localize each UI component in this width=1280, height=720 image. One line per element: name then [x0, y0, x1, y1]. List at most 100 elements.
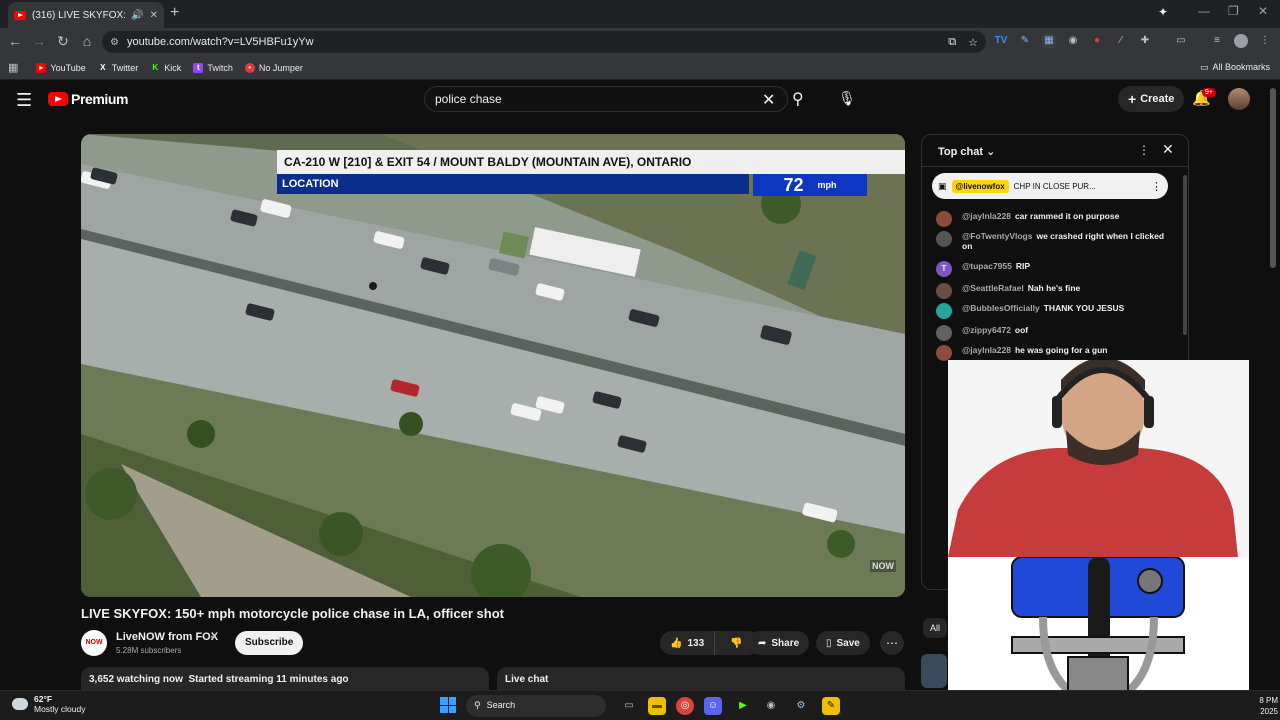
chat-author[interactable]: @FoTwentyVlogs [962, 231, 1032, 241]
microphone-icon[interactable]: 🎙 [836, 87, 858, 109]
pinned-options-icon[interactable]: ⋮ [1151, 180, 1162, 193]
weather-widget[interactable]: 62°F Mostly cloudy [12, 694, 86, 714]
chat-close-icon[interactable]: ✕ [1162, 141, 1174, 158]
site-info-icon[interactable]: ⚙ [110, 37, 119, 48]
chat-message: T @tupac7955 RIP [936, 261, 1176, 277]
url-text: youtube.com/watch?v=LV5HBFu1yYw [126, 36, 314, 48]
chat-avatar[interactable] [936, 211, 952, 227]
app-green-icon[interactable]: ▶ [734, 697, 752, 715]
extension-tv-icon[interactable]: TV [994, 34, 1008, 48]
new-tab-button[interactable]: + [170, 4, 179, 22]
chat-scrollbar[interactable] [1183, 175, 1187, 335]
channel-name[interactable]: LiveNOW from FOX [116, 631, 218, 643]
subscribe-button[interactable]: Subscribe [235, 631, 304, 655]
chat-message: @jaylnla228 he was going for a gun [936, 345, 1176, 361]
media-control-icon[interactable]: ▭ [1174, 34, 1188, 48]
install-app-icon[interactable]: ⧉ [948, 36, 956, 49]
bookmark-no-jumper[interactable]: • No Jumper [244, 62, 303, 73]
browser-menu-icon[interactable]: ⋮ [1258, 34, 1272, 48]
windows-start-icon[interactable] [440, 697, 456, 713]
chat-author[interactable]: @jaylnla228 [962, 211, 1011, 221]
save-button[interactable]: ▯ Save [816, 631, 870, 655]
minimize-icon[interactable]: — [1198, 4, 1210, 18]
bookmark-star-icon[interactable]: ☆ [968, 36, 978, 49]
chat-author[interactable]: @jaylnla228 [962, 345, 1011, 355]
recommended-thumbnail[interactable] [921, 654, 947, 688]
bookmark-youtube[interactable]: ▸ YouTube [36, 62, 86, 73]
bookmark-twitch[interactable]: t Twitch [193, 62, 233, 73]
news-lower-third-title: CA-210 W [210] & EXIT 54 / MOUNT BALDY (… [277, 150, 905, 174]
chrome-icon[interactable]: ◎ [676, 697, 694, 715]
bookmark-twitter[interactable]: X Twitter [98, 63, 138, 73]
task-view-icon[interactable]: ▭ [620, 697, 638, 715]
obs-icon[interactable]: ◉ [762, 697, 780, 715]
forward-icon[interactable]: → [30, 33, 48, 49]
verified-check-icon: ✔ [210, 631, 218, 641]
chat-author[interactable]: @tupac7955 [962, 261, 1012, 271]
chat-avatar[interactable] [936, 325, 952, 341]
extension-shield-icon[interactable]: ◉ [1066, 34, 1080, 48]
extension-pen-icon[interactable]: ⁄ [1114, 34, 1128, 48]
page-scrollbar[interactable] [1270, 88, 1276, 268]
extensions-puzzle-icon[interactable]: ✚ [1138, 34, 1152, 48]
create-button[interactable]: + Create [1118, 86, 1185, 112]
account-avatar[interactable] [1228, 88, 1250, 110]
bookmark-save-icon: ▯ [826, 637, 832, 649]
home-icon[interactable]: ⌂ [78, 33, 96, 49]
reload-icon[interactable]: ↻ [54, 33, 72, 50]
chat-text: Nah he's fine [1027, 283, 1081, 293]
menu-hamburger-icon[interactable]: ☰ [16, 90, 32, 111]
discord-icon[interactable]: ☺ [704, 697, 722, 715]
back-icon[interactable]: ← [6, 33, 24, 49]
app-yellow-icon[interactable]: ✎ [822, 697, 840, 715]
share-button[interactable]: ➦ Share [748, 631, 810, 655]
clear-search-icon[interactable]: ✕ [762, 90, 775, 110]
chip-all[interactable]: All [923, 618, 948, 638]
like-button[interactable]: 👍 133 [660, 631, 716, 655]
youtube-premium-logo[interactable]: Premium [48, 91, 129, 107]
tab-search-icon[interactable]: ✦ [1158, 5, 1168, 19]
extension-grid-icon[interactable]: ▦ [1042, 34, 1056, 48]
extension-record-icon[interactable]: ● [1090, 34, 1104, 48]
chat-mode-dropdown[interactable]: Top chat ⌄ [938, 145, 995, 158]
description-box[interactable]: 3,652 watching now Started streaming 11 … [81, 667, 489, 691]
pinned-message[interactable]: ▣ @livenowfox CHP IN CLOSE PUR... ⋮ [932, 173, 1168, 199]
profile-avatar-icon[interactable] [1234, 34, 1248, 48]
chat-author[interactable]: @BubblesOfficially [962, 303, 1040, 313]
speaker-icon[interactable]: 🔊 [131, 10, 143, 21]
reading-list-icon[interactable]: ≡ [1210, 34, 1224, 48]
video-player[interactable] [81, 134, 905, 597]
more-actions-icon[interactable]: ⋯ [880, 631, 904, 655]
steam-icon[interactable]: ⚙ [792, 697, 810, 715]
chat-options-icon[interactable]: ⋮ [1138, 143, 1150, 157]
system-clock[interactable]: 8 PM 2025 [1248, 695, 1278, 717]
twitch-icon: t [193, 62, 204, 73]
chat-avatar[interactable] [936, 231, 952, 247]
chat-avatar[interactable]: T [936, 261, 952, 277]
maximize-icon[interactable]: ❐ [1228, 4, 1239, 18]
channel-avatar[interactable]: NOW [81, 630, 107, 656]
address-bar[interactable]: ⚙ youtube.com/watch?v=LV5HBFu1yYw ⧉ ☆ [102, 31, 986, 53]
all-bookmarks[interactable]: ▭ All Bookmarks [1200, 62, 1270, 73]
chat-avatar[interactable] [936, 303, 952, 319]
chat-message-body: @SeattleRafael Nah he's fine [962, 283, 1080, 299]
taskbar-search[interactable]: ⚲ Search [466, 695, 606, 717]
extension-translate-icon[interactable]: ✎ [1018, 34, 1032, 48]
chat-message: @zippy6472 oof [936, 325, 1176, 341]
file-explorer-icon[interactable]: ▬ [648, 697, 666, 715]
bookmark-kick[interactable]: K Kick [150, 63, 181, 73]
tab-close-icon[interactable]: ✕ [150, 10, 158, 21]
browser-tab-active[interactable]: (316) LIVE SKYFOX: 150+ mph 🔊 ✕ [8, 2, 164, 28]
chat-author[interactable]: @zippy6472 [962, 325, 1011, 335]
chat-text: THANK YOU JESUS [1043, 303, 1125, 313]
chat-author[interactable]: @SeattleRafael [962, 283, 1024, 293]
chat-avatar[interactable] [936, 345, 952, 361]
pinned-avatar-icon: ▣ [938, 180, 947, 191]
search-input[interactable]: police chase [424, 86, 788, 112]
chat-text: RIP [1015, 261, 1031, 271]
window-close-icon[interactable]: ✕ [1258, 4, 1268, 18]
chat-avatar[interactable] [936, 283, 952, 299]
chat-message: @BubblesOfficially THANK YOU JESUS [936, 303, 1176, 319]
apps-grid-icon[interactable]: ▦ [8, 61, 18, 74]
search-icon[interactable]: ⚲ [792, 89, 804, 109]
